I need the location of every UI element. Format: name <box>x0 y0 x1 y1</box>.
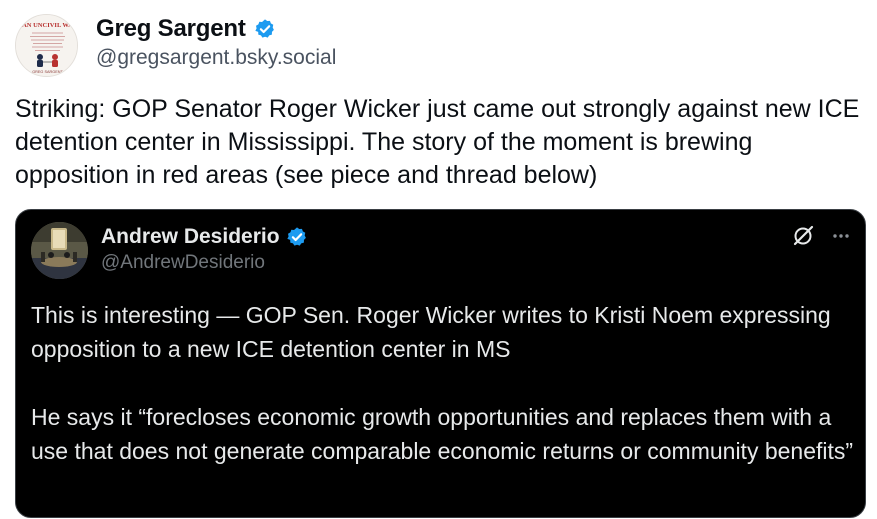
book-cover-image: AN UNCIVIL WA GREG SARGENT <box>16 15 77 76</box>
cover-title: AN UNCIVIL WA <box>22 22 73 29</box>
quoted-verified-badge-icon <box>286 227 306 246</box>
quoted-post-actions <box>791 224 851 248</box>
author-display-name[interactable]: Greg Sargent <box>96 15 246 43</box>
author-handle[interactable]: @gregsargent.bsky.social <box>96 46 336 70</box>
verified-badge-icon <box>255 19 274 38</box>
social-post: AN UNCIVIL WA GREG SARGENT Greg Sargent … <box>0 0 877 519</box>
quoted-author-avatar[interactable] <box>31 222 88 279</box>
grok-icon[interactable] <box>791 224 815 248</box>
more-options-icon[interactable] <box>831 226 851 246</box>
cover-author: GREG SARGENT <box>32 70 63 74</box>
quoted-avatar-photo <box>31 222 88 279</box>
post-text: Striking: GOP Senator Roger Wicker just … <box>15 95 860 189</box>
quoted-author-handle[interactable]: @AndrewDesiderio <box>101 252 265 274</box>
quoted-author-display-name[interactable]: Andrew Desiderio <box>101 225 280 249</box>
quoted-post-paragraph: This is interesting — GOP Sen. Roger Wic… <box>31 302 831 362</box>
author-avatar[interactable]: AN UNCIVIL WA GREG SARGENT <box>15 14 78 77</box>
quoted-post-card[interactable]: Andrew Desiderio @AndrewDesiderio This i… <box>15 209 866 518</box>
quoted-post-paragraph: He says it “forecloses economic growth o… <box>31 404 854 464</box>
quoted-post-body: This is interesting — GOP Sen. Roger Wic… <box>31 298 861 468</box>
quoted-author-name-row: Andrew Desiderio <box>101 223 308 251</box>
author-name-row: Greg Sargent <box>96 14 276 44</box>
